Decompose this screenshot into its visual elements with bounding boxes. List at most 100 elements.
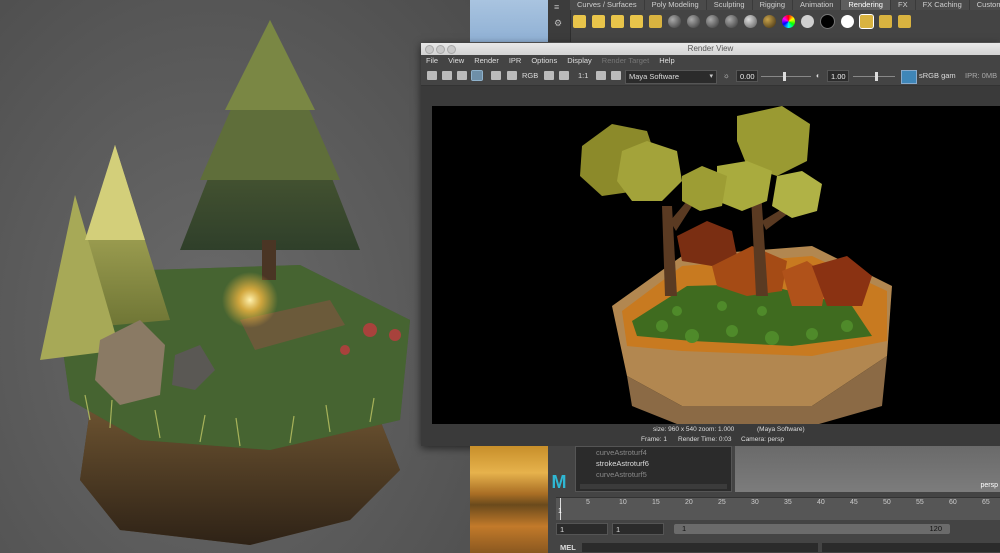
status-frame: Frame: 1 <box>641 436 668 443</box>
tick-label: 45 <box>850 499 858 506</box>
exposure-icon: ☼ <box>723 71 730 80</box>
outliner-item[interactable]: strokeAstroturf6 <box>596 459 649 469</box>
mel-input[interactable] <box>582 543 818 552</box>
exposure-field[interactable]: 0.00 <box>736 70 758 82</box>
menu-render[interactable]: Render <box>469 55 504 67</box>
tick-label: 40 <box>817 499 825 506</box>
window-title: Render View <box>687 44 734 53</box>
menu-help[interactable]: Help <box>654 55 679 67</box>
tick-label: 25 <box>718 499 726 506</box>
menu-display[interactable]: Display <box>562 55 597 67</box>
area-light-icon[interactable] <box>630 14 643 28</box>
ipr-icon[interactable] <box>471 70 483 81</box>
shader-ball-icon[interactable] <box>687 14 700 28</box>
render-status: size: 960 x 540 zoom: 1.000 (Maya Softwa… <box>421 424 1000 446</box>
black-shader-icon[interactable] <box>820 13 835 29</box>
tick-label: 35 <box>784 499 792 506</box>
tab-rendering[interactable]: Rendering <box>841 0 891 10</box>
status-renderer: (Maya Software) <box>757 426 805 433</box>
rendered-image <box>432 106 1000 426</box>
ipr-memory-label: IPR: 0MB <box>965 71 998 80</box>
exposure-slider-handle[interactable] <box>783 72 786 81</box>
status-render-time: Render Time: 0:03 <box>678 436 732 443</box>
tab-animation[interactable]: Animation <box>793 0 842 10</box>
mel-label[interactable]: MEL <box>560 542 576 553</box>
luminance-icon[interactable] <box>559 71 569 80</box>
tab-curves-surfaces[interactable]: Curves / Surfaces <box>570 0 645 10</box>
perspective-viewport[interactable]: persp <box>735 446 1000 492</box>
white-shader-icon[interactable] <box>841 14 854 28</box>
snapshot-icon[interactable] <box>457 71 467 80</box>
tick-label: 65 <box>982 499 990 506</box>
tab-rigging[interactable]: Rigging <box>752 0 794 10</box>
menu-ipr[interactable]: IPR <box>504 55 527 67</box>
shader-ball-icon[interactable] <box>668 14 681 28</box>
channel-icon[interactable] <box>507 71 517 80</box>
tab-custom[interactable]: Custom <box>969 0 1000 10</box>
ipr-render-icon[interactable] <box>898 14 911 28</box>
spot-light-icon[interactable] <box>611 14 624 28</box>
colorspace-label: sRGB gam <box>919 71 956 80</box>
animation-start-field[interactable]: 1 <box>556 523 608 535</box>
render-view-window: Render View File View Render IPR Options… <box>421 43 1000 446</box>
gamma-field[interactable]: 1.00 <box>827 70 849 82</box>
command-line: MEL <box>556 542 1000 553</box>
rgb-toggle[interactable]: RGB <box>522 70 538 82</box>
menu-file[interactable]: File <box>421 55 443 67</box>
ratio-button[interactable]: 1:1 <box>578 70 588 82</box>
color-management-icon[interactable] <box>901 70 917 84</box>
redo-render-icon[interactable] <box>427 71 437 80</box>
remove-image-icon[interactable] <box>611 71 621 80</box>
gamma-slider[interactable] <box>853 76 895 77</box>
status-camera: Camera: persp <box>741 436 784 443</box>
shader-ball-icon[interactable] <box>706 14 719 28</box>
range-bar[interactable]: 1 120 <box>674 524 950 534</box>
time-slider[interactable]: 1 5 10 15 20 25 30 35 40 45 50 55 60 65 <box>556 497 1000 520</box>
menu-options[interactable]: Options <box>526 55 562 67</box>
render-canvas <box>421 86 1000 431</box>
menu-render-target[interactable]: Render Target <box>597 55 654 67</box>
shader-ball-icon[interactable] <box>744 14 757 28</box>
gear-icon[interactable]: ⚙ <box>554 19 564 28</box>
tab-fx-caching[interactable]: FX Caching <box>915 0 970 10</box>
menu-icon[interactable]: ≡ <box>554 3 564 12</box>
surface-shader-icon[interactable] <box>801 14 814 28</box>
camera-aim-icon[interactable] <box>649 14 662 28</box>
keep-image-icon[interactable] <box>596 71 606 80</box>
render-toolbar: RGB 1:1 Maya Software ▾ ☼ 0.00 ◐ 1.00 sR… <box>421 67 1000 86</box>
outliner-item[interactable]: curveAstroturf4 <box>596 448 647 458</box>
refresh-icon[interactable] <box>491 71 501 80</box>
tick-label: 10 <box>619 499 627 506</box>
renderer-select[interactable]: Maya Software ▾ <box>625 70 717 84</box>
reference-image <box>470 446 548 553</box>
gamma-slider-handle[interactable] <box>875 72 878 81</box>
tick-label: 50 <box>883 499 891 506</box>
playback-start-field[interactable]: 1 <box>612 523 664 535</box>
tab-poly-modeling[interactable]: Poly Modeling <box>644 0 707 10</box>
exposure-slider[interactable] <box>761 76 811 77</box>
diorama-artwork <box>0 0 470 553</box>
shader-ball-icon[interactable] <box>725 14 738 28</box>
background-window-sky <box>470 0 548 42</box>
renderer-value: Maya Software <box>629 72 680 81</box>
shader-ball-icon[interactable] <box>763 14 776 28</box>
tab-sculpting[interactable]: Sculpting <box>706 0 753 10</box>
maya-logo-icon: M <box>551 472 567 492</box>
render-region-icon[interactable] <box>442 71 452 80</box>
outliner-scrollbar[interactable] <box>580 484 727 489</box>
menu-view[interactable]: View <box>443 55 469 67</box>
current-frame-label: 1 <box>558 508 562 515</box>
tick-label: 5 <box>586 499 590 506</box>
outliner-item[interactable]: curveAstroturf5 <box>596 470 647 480</box>
ramp-shader-icon[interactable] <box>782 14 795 28</box>
tab-fx[interactable]: FX <box>890 0 916 10</box>
alpha-icon[interactable] <box>544 71 554 80</box>
outliner-panel: curveAstroturf4 strokeAstroturf6 curveAs… <box>575 446 732 492</box>
render-icon[interactable] <box>879 14 892 28</box>
render-settings-icon[interactable] <box>859 13 874 29</box>
tick-label: 20 <box>685 499 693 506</box>
light-icon[interactable] <box>573 14 586 28</box>
ambient-light-icon[interactable] <box>592 14 605 28</box>
gamma-icon: ◐ <box>816 71 821 80</box>
range-bar-end: 120 <box>929 524 942 533</box>
